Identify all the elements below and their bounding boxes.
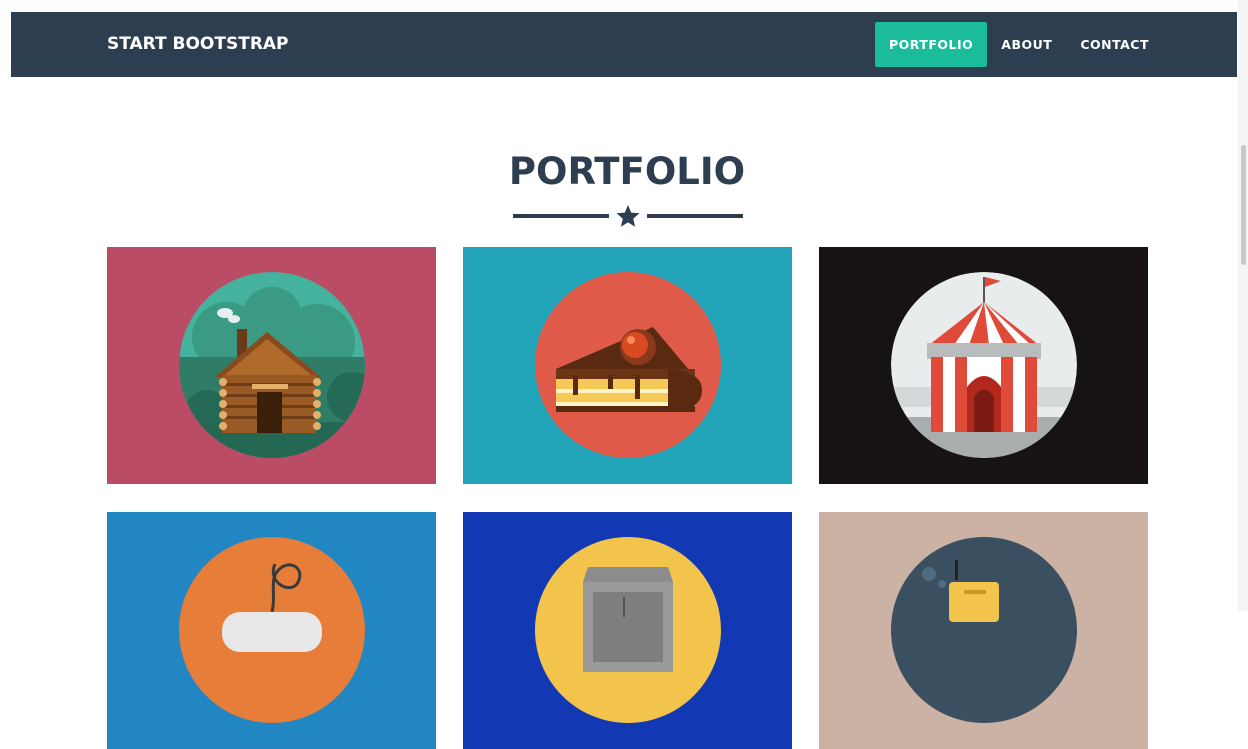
- navbar: START BOOTSTRAP PORTFOLIO ABOUT CONTACT: [11, 12, 1237, 77]
- portfolio-item-game-controller[interactable]: [107, 512, 436, 749]
- star-icon: [616, 205, 640, 227]
- portfolio-item-cake[interactable]: [463, 247, 792, 484]
- portfolio-item-safe[interactable]: [463, 512, 792, 749]
- divider-line-left: [513, 214, 609, 218]
- portfolio-item-cabin[interactable]: [107, 247, 436, 484]
- nav-links: PORTFOLIO ABOUT CONTACT: [875, 22, 1163, 67]
- safe-icon: [583, 567, 673, 672]
- nav-link-contact[interactable]: CONTACT: [1066, 22, 1163, 67]
- portfolio-item-submarine[interactable]: [819, 512, 1148, 749]
- nav-link-portfolio[interactable]: PORTFOLIO: [875, 22, 988, 67]
- divider-line-right: [647, 214, 743, 218]
- star-divider: [513, 205, 743, 227]
- portfolio-item-circus-tent[interactable]: [819, 247, 1148, 484]
- scrollbar[interactable]: [1238, 0, 1248, 611]
- nav-link-about[interactable]: ABOUT: [987, 22, 1066, 67]
- page-title: PORTFOLIO: [508, 150, 746, 193]
- brand-link[interactable]: START BOOTSTRAP: [107, 12, 289, 77]
